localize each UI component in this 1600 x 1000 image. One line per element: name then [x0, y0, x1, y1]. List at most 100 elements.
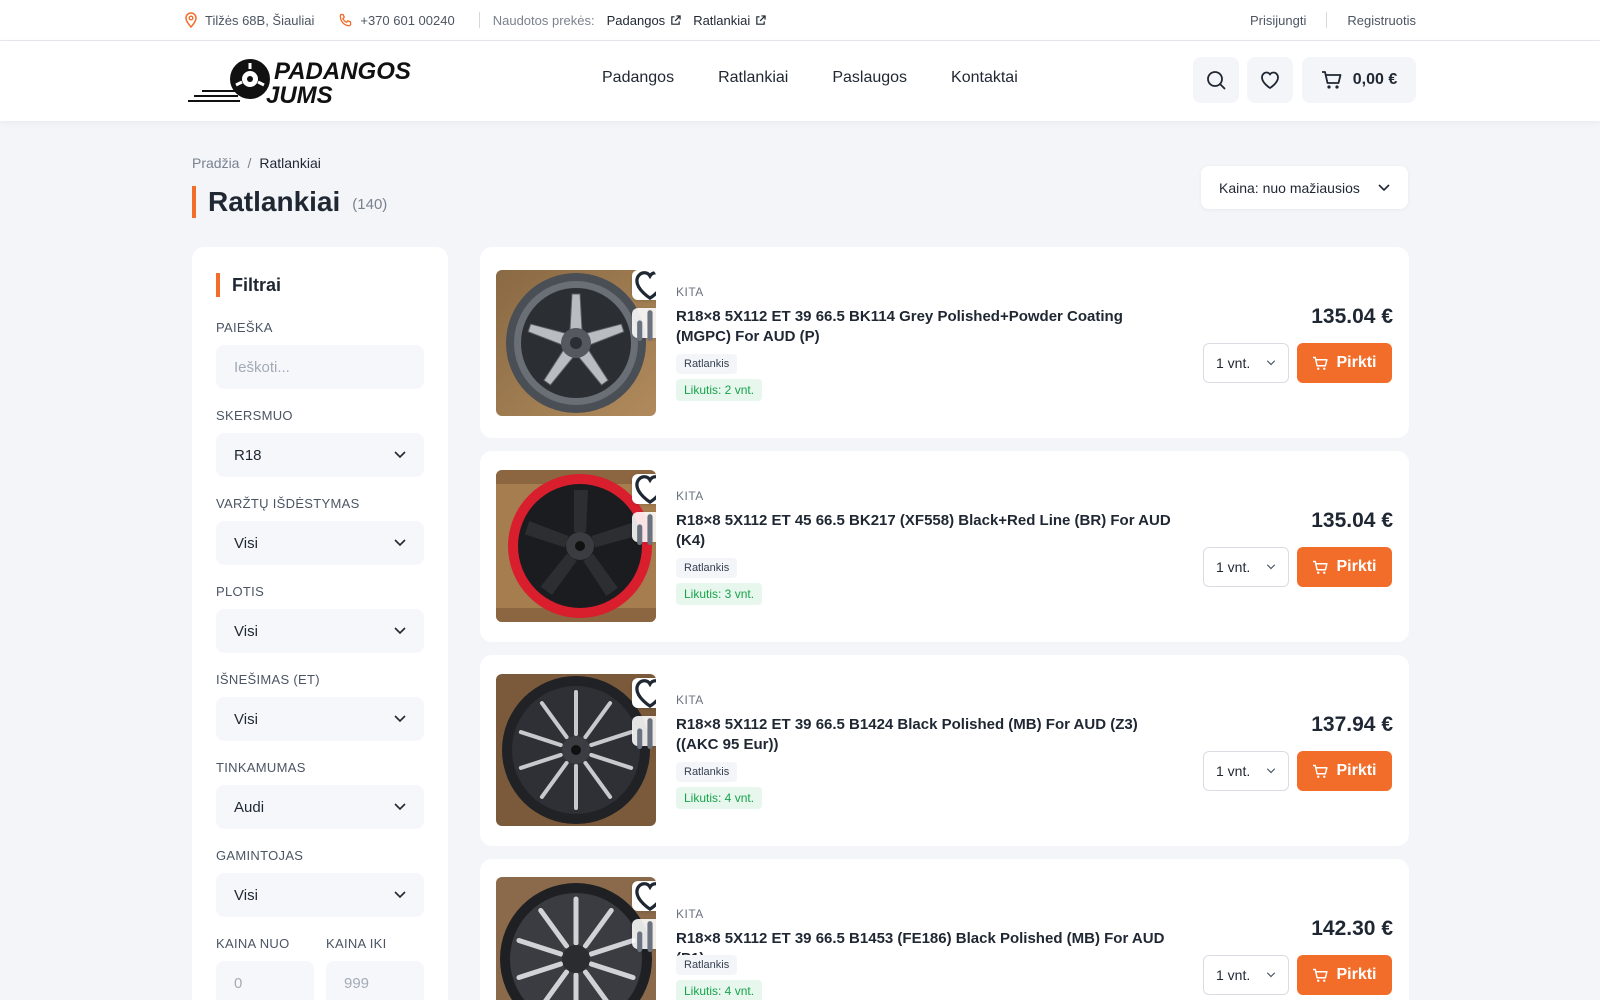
bar-chart-icon [637, 718, 653, 749]
filters-sidebar: Filtrai PAIEŠKA SKERSMUO R18 VARŽTŲ IŠDĖ… [192, 247, 448, 1000]
search-button[interactable] [1193, 57, 1239, 103]
used-tires-link[interactable]: Padangos [607, 13, 682, 28]
chevron-down-icon [1266, 972, 1276, 978]
product-brand: KITA [676, 693, 704, 707]
quantity-value: 1 vnt. [1216, 763, 1251, 779]
location-pin-icon [185, 12, 197, 28]
offset-value: Visi [234, 710, 258, 728]
divider [1326, 12, 1328, 28]
page-title: Ratlankiai [208, 186, 341, 217]
product-type-badge: Ratlankis [676, 558, 738, 578]
fitment-select[interactable]: Audi [216, 785, 424, 829]
login-link[interactable]: Prisijungti [1250, 13, 1306, 28]
site-logo[interactable]: PADANGOS JUMS [188, 55, 428, 109]
used-rims-link-label[interactable]: Ratlankiai [693, 13, 750, 28]
chevron-down-icon [394, 627, 406, 635]
buy-button-label: Pirkti [1336, 966, 1377, 983]
product-card: KITA R18×8 5X112 ET 45 66.5 BK217 (XF558… [480, 451, 1409, 642]
quantity-select[interactable]: 1 vnt. [1203, 751, 1289, 791]
product-price: 135.04 € [1311, 305, 1393, 328]
nav-item-tires[interactable]: Padangos [602, 69, 674, 87]
product-name[interactable]: R18×8 5X112 ET 39 66.5 B1424 Black Polis… [676, 715, 1181, 755]
product-type-badge: Ratlankis [676, 955, 738, 975]
compare-button[interactable] [632, 716, 656, 749]
width-select[interactable]: Visi [216, 609, 424, 653]
stock-badge: Likutis: 2 vnt. [676, 379, 763, 401]
cart-icon [1321, 71, 1342, 89]
quantity-select[interactable]: 1 vnt. [1203, 955, 1289, 995]
diameter-select[interactable]: R18 [216, 433, 424, 477]
chevron-down-icon [394, 715, 406, 723]
stock-badge: Likutis: 4 vnt. [676, 980, 763, 1000]
quantity-value: 1 vnt. [1216, 967, 1251, 983]
used-rims-link[interactable]: Ratlankiai [693, 13, 766, 28]
bolt-pattern-select[interactable]: Visi [216, 521, 424, 565]
manufacturer-select[interactable]: Visi [216, 873, 424, 917]
cart-icon [1313, 560, 1329, 574]
product-price: 135.04 € [1311, 509, 1393, 532]
top-bar: Tilžės 68B, Šiauliai +370 601 00240 Naud… [0, 0, 1600, 41]
sort-select[interactable]: Kaina: nuo mažiausios [1201, 166, 1408, 209]
compare-button[interactable] [632, 919, 656, 952]
width-label: PLOTIS [216, 584, 265, 599]
sort-selected: Kaina: nuo mažiausios [1219, 179, 1360, 196]
nav-item-contacts[interactable]: Kontaktai [951, 69, 1018, 87]
quantity-select[interactable]: 1 vnt. [1203, 547, 1289, 587]
bolt-pattern-label: VARŽTŲ IŠDĖSTYMAS [216, 496, 360, 511]
stock-badge: Likutis: 4 vnt. [676, 787, 763, 809]
buy-button-label: Pirkti [1336, 762, 1377, 779]
compare-button[interactable] [632, 308, 656, 341]
manufacturer-label: GAMINTOJAS [216, 848, 304, 863]
cart-button[interactable]: 0,00 € [1302, 57, 1416, 103]
cart-icon [1313, 968, 1329, 982]
price-from-input[interactable] [216, 961, 314, 1000]
buy-button[interactable]: Pirkti [1297, 547, 1392, 587]
product-name[interactable]: R18×8 5X112 ET 39 66.5 B1453 (FE186) Bla… [676, 929, 1181, 969]
bar-chart-icon [637, 921, 653, 952]
offset-select[interactable]: Visi [216, 697, 424, 741]
chevron-down-icon [1266, 768, 1276, 774]
external-link-icon [671, 14, 681, 25]
divider [478, 12, 480, 28]
product-name[interactable]: R18×8 5X112 ET 45 66.5 BK217 (XF558) Bla… [676, 511, 1181, 551]
phone[interactable]: +370 601 00240 [338, 13, 455, 28]
page-title-block: Ratlankiai (140) [192, 186, 387, 218]
chevron-down-icon [1266, 360, 1276, 366]
breadcrumb: Pradžia / Ratlankiai [192, 155, 321, 171]
search-icon [1207, 71, 1226, 90]
logo-line1: PADANGOS [274, 58, 411, 85]
diameter-label: SKERSMUO [216, 408, 293, 423]
price-to-label: KAINA IKI [326, 936, 387, 951]
price-to-input[interactable] [326, 961, 424, 1000]
bolt-pattern-value: Visi [234, 534, 258, 552]
nav-item-services[interactable]: Paslaugos [832, 69, 907, 87]
quantity-select[interactable]: 1 vnt. [1203, 343, 1289, 383]
used-tires-link-label[interactable]: Padangos [607, 13, 666, 28]
search-input[interactable] [216, 345, 424, 389]
product-brand: KITA [676, 489, 704, 503]
buy-button-label: Pirkti [1336, 558, 1377, 575]
breadcrumb-home[interactable]: Pradžia [192, 155, 239, 171]
wishlist-button[interactable] [1247, 57, 1293, 103]
chevron-down-icon [394, 539, 406, 547]
product-image[interactable] [496, 674, 656, 826]
cart-total: 0,00 € [1352, 71, 1398, 88]
chevron-down-icon [394, 803, 406, 811]
buy-button[interactable]: Pirkti [1297, 343, 1392, 383]
quantity-value: 1 vnt. [1216, 355, 1251, 371]
product-image[interactable] [496, 470, 656, 622]
compare-button[interactable] [632, 512, 656, 545]
nav-item-rims[interactable]: Ratlankiai [718, 69, 788, 87]
register-link[interactable]: Registruotis [1347, 13, 1416, 28]
product-image[interactable] [496, 270, 656, 416]
phone-text[interactable]: +370 601 00240 [360, 13, 454, 28]
offset-label: IŠNEŠIMAS (ET) [216, 672, 320, 687]
product-price: 137.94 € [1311, 713, 1393, 736]
stock-badge: Likutis: 3 vnt. [676, 583, 763, 605]
buy-button[interactable]: Pirkti [1297, 955, 1392, 995]
buy-button[interactable]: Pirkti [1297, 751, 1392, 791]
address: Tilžės 68B, Šiauliai [184, 12, 314, 28]
buy-button-label: Pirkti [1336, 354, 1377, 371]
product-image[interactable] [496, 877, 656, 1000]
product-name[interactable]: R18×8 5X112 ET 39 66.5 BK114 Grey Polish… [676, 307, 1181, 347]
